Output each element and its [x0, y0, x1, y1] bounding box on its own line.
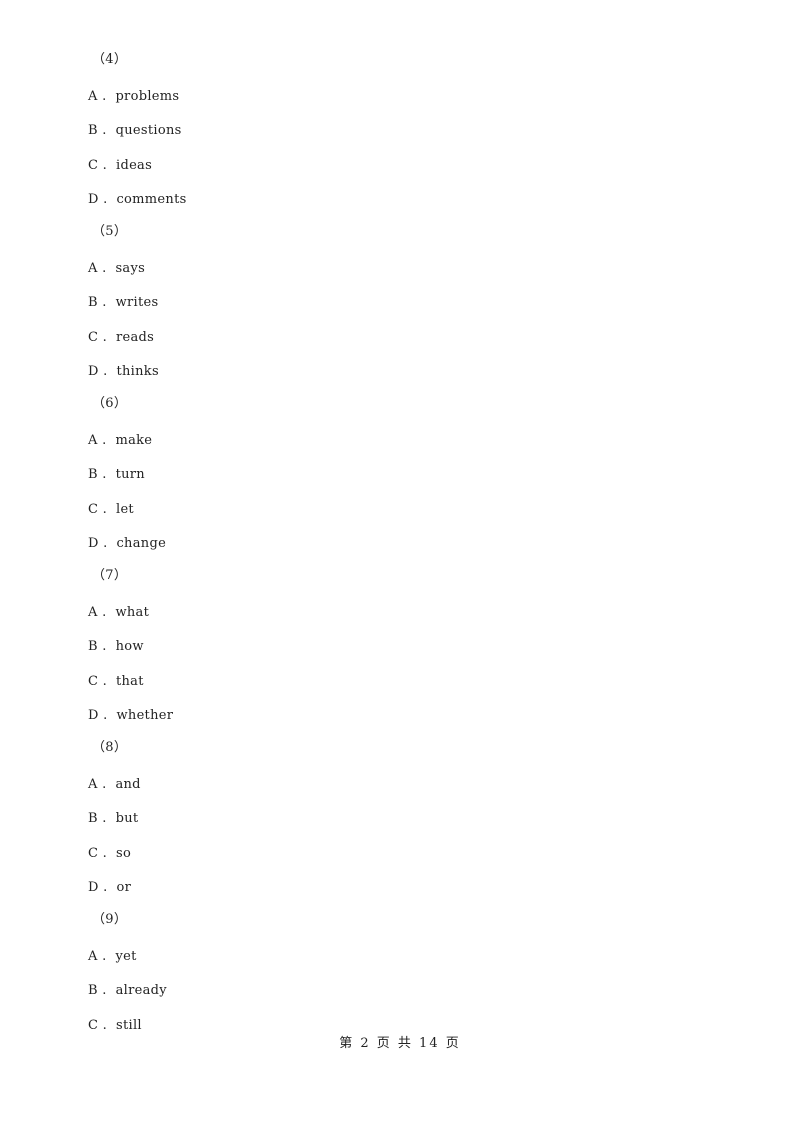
option-letter: A — [88, 261, 98, 276]
option-letter: D — [88, 708, 99, 724]
option-letter: C — [88, 673, 99, 689]
option-b: B . questions — [88, 123, 182, 139]
question-number: （4） — [92, 52, 128, 67]
option-separator: . — [98, 536, 117, 552]
option-letter: B — [88, 811, 98, 827]
option-c: C . that — [88, 674, 144, 690]
question-number: （9） — [92, 912, 128, 927]
option-text: or — [116, 880, 132, 896]
option-separator: . — [97, 639, 116, 655]
option-letter: A — [88, 949, 98, 964]
option-text: already — [115, 983, 167, 999]
option-letter: C — [88, 501, 99, 517]
option-text: reads — [115, 329, 155, 345]
question-number: （8） — [92, 740, 128, 755]
option-separator: . — [98, 501, 116, 517]
option-letter: D — [88, 536, 99, 552]
option-letter: C — [88, 1017, 99, 1033]
option-letter: C — [88, 845, 99, 861]
option-separator: . — [97, 777, 116, 792]
option-text: so — [115, 845, 132, 861]
option-a: A . make — [88, 433, 152, 449]
option-a: A . what — [88, 605, 149, 621]
option-a: A . and — [88, 777, 141, 793]
option-separator: . — [98, 364, 117, 380]
option-c: C . ideas — [88, 158, 152, 174]
option-text: yet — [115, 949, 137, 964]
option-text: that — [115, 673, 144, 689]
option-a: A . problems — [88, 89, 179, 105]
option-b: B . writes — [88, 295, 158, 311]
option-letter: A — [88, 433, 98, 448]
option-separator: . — [98, 329, 116, 345]
option-letter: D — [88, 192, 99, 208]
option-text: what — [115, 605, 150, 620]
option-separator: . — [97, 261, 116, 276]
option-text: problems — [115, 89, 180, 104]
option-letter: C — [88, 329, 99, 345]
option-text: make — [115, 433, 153, 448]
option-separator: . — [98, 1017, 116, 1033]
option-letter: C — [88, 157, 99, 173]
option-separator: . — [98, 845, 116, 861]
question-number: （7） — [92, 568, 128, 583]
option-letter: B — [88, 295, 98, 311]
option-text: let — [115, 501, 134, 517]
option-separator: . — [98, 157, 116, 173]
option-text: and — [115, 777, 141, 792]
option-separator: . — [98, 880, 117, 896]
option-separator: . — [97, 949, 116, 964]
option-letter: B — [88, 639, 98, 655]
option-separator: . — [97, 605, 116, 620]
option-d: D . comments — [88, 192, 187, 208]
option-separator: . — [97, 123, 116, 139]
page-footer: 第 2 页 共 14 页 — [339, 1036, 461, 1051]
option-text: change — [116, 536, 167, 552]
option-text: writes — [115, 295, 159, 311]
option-text: ideas — [115, 157, 153, 173]
option-text: whether — [116, 708, 174, 724]
option-c: C . so — [88, 846, 131, 862]
option-letter: B — [88, 123, 98, 139]
option-b: B . how — [88, 639, 144, 655]
option-letter: B — [88, 983, 98, 999]
option-letter: B — [88, 467, 98, 483]
option-d: D . whether — [88, 708, 173, 724]
option-letter: A — [88, 89, 98, 104]
option-d: D . or — [88, 880, 131, 896]
option-separator: . — [97, 467, 116, 483]
option-separator: . — [98, 192, 117, 208]
option-letter: D — [88, 364, 99, 380]
option-c: C . let — [88, 502, 134, 518]
option-letter: A — [88, 777, 98, 792]
option-text: thinks — [116, 364, 159, 380]
option-a: A . yet — [88, 949, 137, 965]
option-text: but — [115, 811, 139, 827]
option-separator: . — [97, 89, 116, 104]
question-number: （5） — [92, 224, 128, 239]
option-letter: A — [88, 605, 98, 620]
option-d: D . change — [88, 536, 166, 552]
option-a: A . says — [88, 261, 145, 277]
option-separator: . — [98, 708, 117, 724]
option-separator: . — [97, 433, 116, 448]
option-b: B . turn — [88, 467, 145, 483]
option-separator: . — [97, 295, 116, 311]
option-text: comments — [116, 192, 187, 208]
option-b: B . but — [88, 811, 138, 827]
option-separator: . — [98, 673, 116, 689]
question-number: （6） — [92, 396, 128, 411]
option-c: C . reads — [88, 330, 154, 346]
option-text: turn — [115, 467, 145, 483]
option-text: questions — [115, 123, 182, 139]
option-b: B . already — [88, 983, 167, 999]
option-d: D . thinks — [88, 364, 159, 380]
option-separator: . — [97, 983, 116, 999]
option-text: how — [115, 639, 144, 655]
option-letter: D — [88, 880, 99, 896]
option-text: says — [115, 261, 146, 276]
option-c: C . still — [88, 1018, 142, 1034]
option-text: still — [115, 1017, 142, 1033]
option-separator: . — [97, 811, 116, 827]
